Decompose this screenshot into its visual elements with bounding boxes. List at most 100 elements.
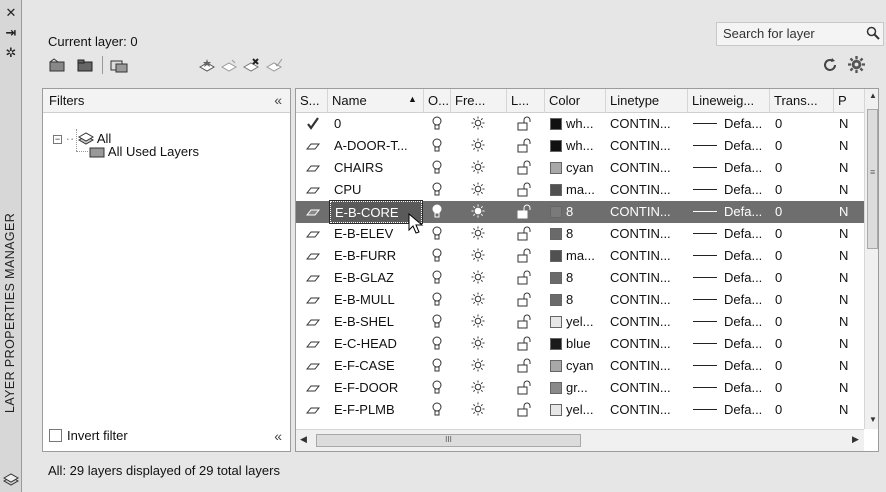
layer-lineweight[interactable]: Defa... bbox=[689, 157, 771, 179]
layer-color[interactable]: wh... bbox=[546, 135, 606, 157]
layer-status-icon[interactable] bbox=[305, 314, 321, 329]
layer-plot-style[interactable]: N bbox=[835, 113, 864, 135]
sun-thaw-icon[interactable] bbox=[471, 182, 485, 197]
layer-linetype[interactable]: CONTIN... bbox=[606, 377, 688, 399]
unlocked-padlock-icon[interactable] bbox=[517, 270, 531, 285]
col-plot[interactable]: P bbox=[834, 89, 864, 113]
scroll-right-icon[interactable]: ▶ bbox=[852, 434, 859, 445]
layer-lineweight[interactable]: Defa... bbox=[689, 113, 771, 135]
layer-status-icon[interactable] bbox=[305, 138, 321, 153]
layer-lineweight[interactable]: Defa... bbox=[689, 267, 771, 289]
lightbulb-icon[interactable] bbox=[430, 248, 444, 263]
layer-name[interactable]: A-DOOR-T... bbox=[330, 135, 422, 157]
sun-thaw-icon[interactable] bbox=[471, 292, 485, 307]
layer-name[interactable]: CHAIRS bbox=[330, 157, 422, 179]
layer-transparency[interactable]: 0 bbox=[771, 355, 833, 377]
layer-transparency[interactable]: 0 bbox=[771, 377, 833, 399]
layer-row[interactable]: E-B-MULL 8 CONTIN... Defa... 0 N bbox=[296, 289, 864, 311]
layer-name[interactable]: E-B-FURR bbox=[330, 245, 422, 267]
layer-linetype[interactable]: CONTIN... bbox=[606, 399, 688, 421]
layer-lineweight[interactable]: Defa... bbox=[689, 245, 771, 267]
layer-status-icon[interactable] bbox=[305, 380, 321, 395]
layer-transparency[interactable]: 0 bbox=[771, 267, 833, 289]
scroll-left-icon[interactable]: ◀ bbox=[300, 434, 307, 445]
layer-transparency[interactable]: 0 bbox=[771, 135, 833, 157]
sun-thaw-icon[interactable] bbox=[471, 270, 485, 285]
layer-name[interactable]: E-F-PLMB bbox=[330, 399, 422, 421]
layer-color[interactable]: 8 bbox=[546, 289, 606, 311]
layer-linetype[interactable]: CONTIN... bbox=[606, 179, 688, 201]
layer-linetype[interactable]: CONTIN... bbox=[606, 245, 688, 267]
lightbulb-icon[interactable] bbox=[430, 402, 444, 417]
search-icon[interactable] bbox=[866, 26, 880, 40]
delete-layer-icon[interactable] bbox=[242, 57, 260, 73]
new-property-filter-icon[interactable] bbox=[48, 57, 66, 73]
layer-status-icon[interactable] bbox=[305, 292, 321, 307]
layer-transparency[interactable]: 0 bbox=[771, 399, 833, 421]
set-current-icon[interactable] bbox=[265, 57, 283, 73]
layer-row[interactable]: CHAIRS cyan CONTIN... Defa... 0 N bbox=[296, 157, 864, 179]
layer-transparency[interactable]: 0 bbox=[771, 289, 833, 311]
settings-gear-icon[interactable] bbox=[848, 56, 865, 73]
unlocked-padlock-icon[interactable] bbox=[517, 380, 531, 395]
layer-plot-style[interactable]: N bbox=[835, 333, 864, 355]
lightbulb-icon[interactable] bbox=[430, 336, 444, 351]
layer-lineweight[interactable]: Defa... bbox=[689, 355, 771, 377]
col-name[interactable]: Name ▲ bbox=[328, 89, 424, 113]
layer-lineweight[interactable]: Defa... bbox=[689, 399, 771, 421]
layer-name[interactable]: E-F-CASE bbox=[330, 355, 422, 377]
layer-transparency[interactable]: 0 bbox=[771, 179, 833, 201]
layer-plot-style[interactable]: N bbox=[835, 223, 864, 245]
unlocked-padlock-icon[interactable] bbox=[517, 116, 531, 131]
layer-transparency[interactable]: 0 bbox=[771, 157, 833, 179]
unlocked-padlock-icon[interactable] bbox=[517, 182, 531, 197]
col-color[interactable]: Color bbox=[545, 89, 606, 113]
layer-plot-style[interactable]: N bbox=[835, 377, 864, 399]
layer-lineweight[interactable]: Defa... bbox=[689, 289, 771, 311]
unlocked-padlock-icon[interactable] bbox=[517, 248, 531, 263]
unlocked-padlock-icon[interactable] bbox=[517, 204, 531, 219]
layer-plot-style[interactable]: N bbox=[835, 201, 864, 223]
layer-plot-style[interactable]: N bbox=[835, 157, 864, 179]
col-status[interactable]: S... bbox=[296, 89, 328, 113]
lightbulb-icon[interactable] bbox=[430, 138, 444, 153]
sun-thaw-icon[interactable] bbox=[471, 248, 485, 263]
unlocked-padlock-icon[interactable] bbox=[517, 160, 531, 175]
layer-lineweight[interactable]: Defa... bbox=[689, 311, 771, 333]
layer-color[interactable]: 8 bbox=[546, 267, 606, 289]
layer-plot-style[interactable]: N bbox=[835, 311, 864, 333]
col-linetype[interactable]: Linetype bbox=[606, 89, 688, 113]
sun-thaw-icon[interactable] bbox=[471, 204, 485, 219]
layer-transparency[interactable]: 0 bbox=[771, 333, 833, 355]
layer-row[interactable]: A-DOOR-T... wh... CONTIN... Defa... 0 N bbox=[296, 135, 864, 157]
lightbulb-icon[interactable] bbox=[430, 226, 444, 241]
layer-plot-style[interactable]: N bbox=[835, 245, 864, 267]
unlocked-padlock-icon[interactable] bbox=[517, 292, 531, 307]
close-icon[interactable]: ✕ bbox=[4, 6, 18, 20]
lightbulb-icon[interactable] bbox=[430, 292, 444, 307]
layer-status-icon[interactable] bbox=[305, 182, 321, 197]
horizontal-scrollbar[interactable]: ◀ III ▶ bbox=[296, 429, 864, 451]
layer-plot-style[interactable]: N bbox=[835, 355, 864, 377]
vertical-scroll-thumb[interactable] bbox=[867, 109, 878, 249]
current-layer-check-icon[interactable] bbox=[306, 116, 320, 131]
layer-row[interactable]: 0 wh... CONTIN... Defa... 0 N bbox=[296, 113, 864, 135]
layer-row[interactable]: E-F-CASE cyan CONTIN... Defa... 0 N bbox=[296, 355, 864, 377]
tree-expand-icon[interactable]: − bbox=[53, 135, 62, 144]
layer-linetype[interactable]: CONTIN... bbox=[606, 157, 688, 179]
collapse-panel-icon[interactable]: « bbox=[274, 428, 282, 444]
unlocked-padlock-icon[interactable] bbox=[517, 226, 531, 241]
lightbulb-icon[interactable] bbox=[430, 270, 444, 285]
layer-color[interactable]: 8 bbox=[546, 223, 606, 245]
layer-row[interactable]: CPU ma... CONTIN... Defa... 0 N bbox=[296, 179, 864, 201]
invert-filter-checkbox[interactable]: Invert filter bbox=[49, 428, 128, 443]
search-input[interactable]: Search for layer bbox=[716, 22, 884, 46]
layer-lineweight[interactable]: Defa... bbox=[689, 179, 771, 201]
layer-color[interactable]: 8 bbox=[546, 201, 606, 223]
layer-linetype[interactable]: CONTIN... bbox=[606, 201, 688, 223]
layer-row[interactable]: E-F-DOOR gr... CONTIN... Defa... 0 N bbox=[296, 377, 864, 399]
layer-name[interactable]: E-C-HEAD bbox=[330, 333, 422, 355]
layer-lineweight[interactable]: Defa... bbox=[689, 333, 771, 355]
layer-color[interactable]: ma... bbox=[546, 179, 606, 201]
layer-status-icon[interactable] bbox=[305, 204, 321, 219]
